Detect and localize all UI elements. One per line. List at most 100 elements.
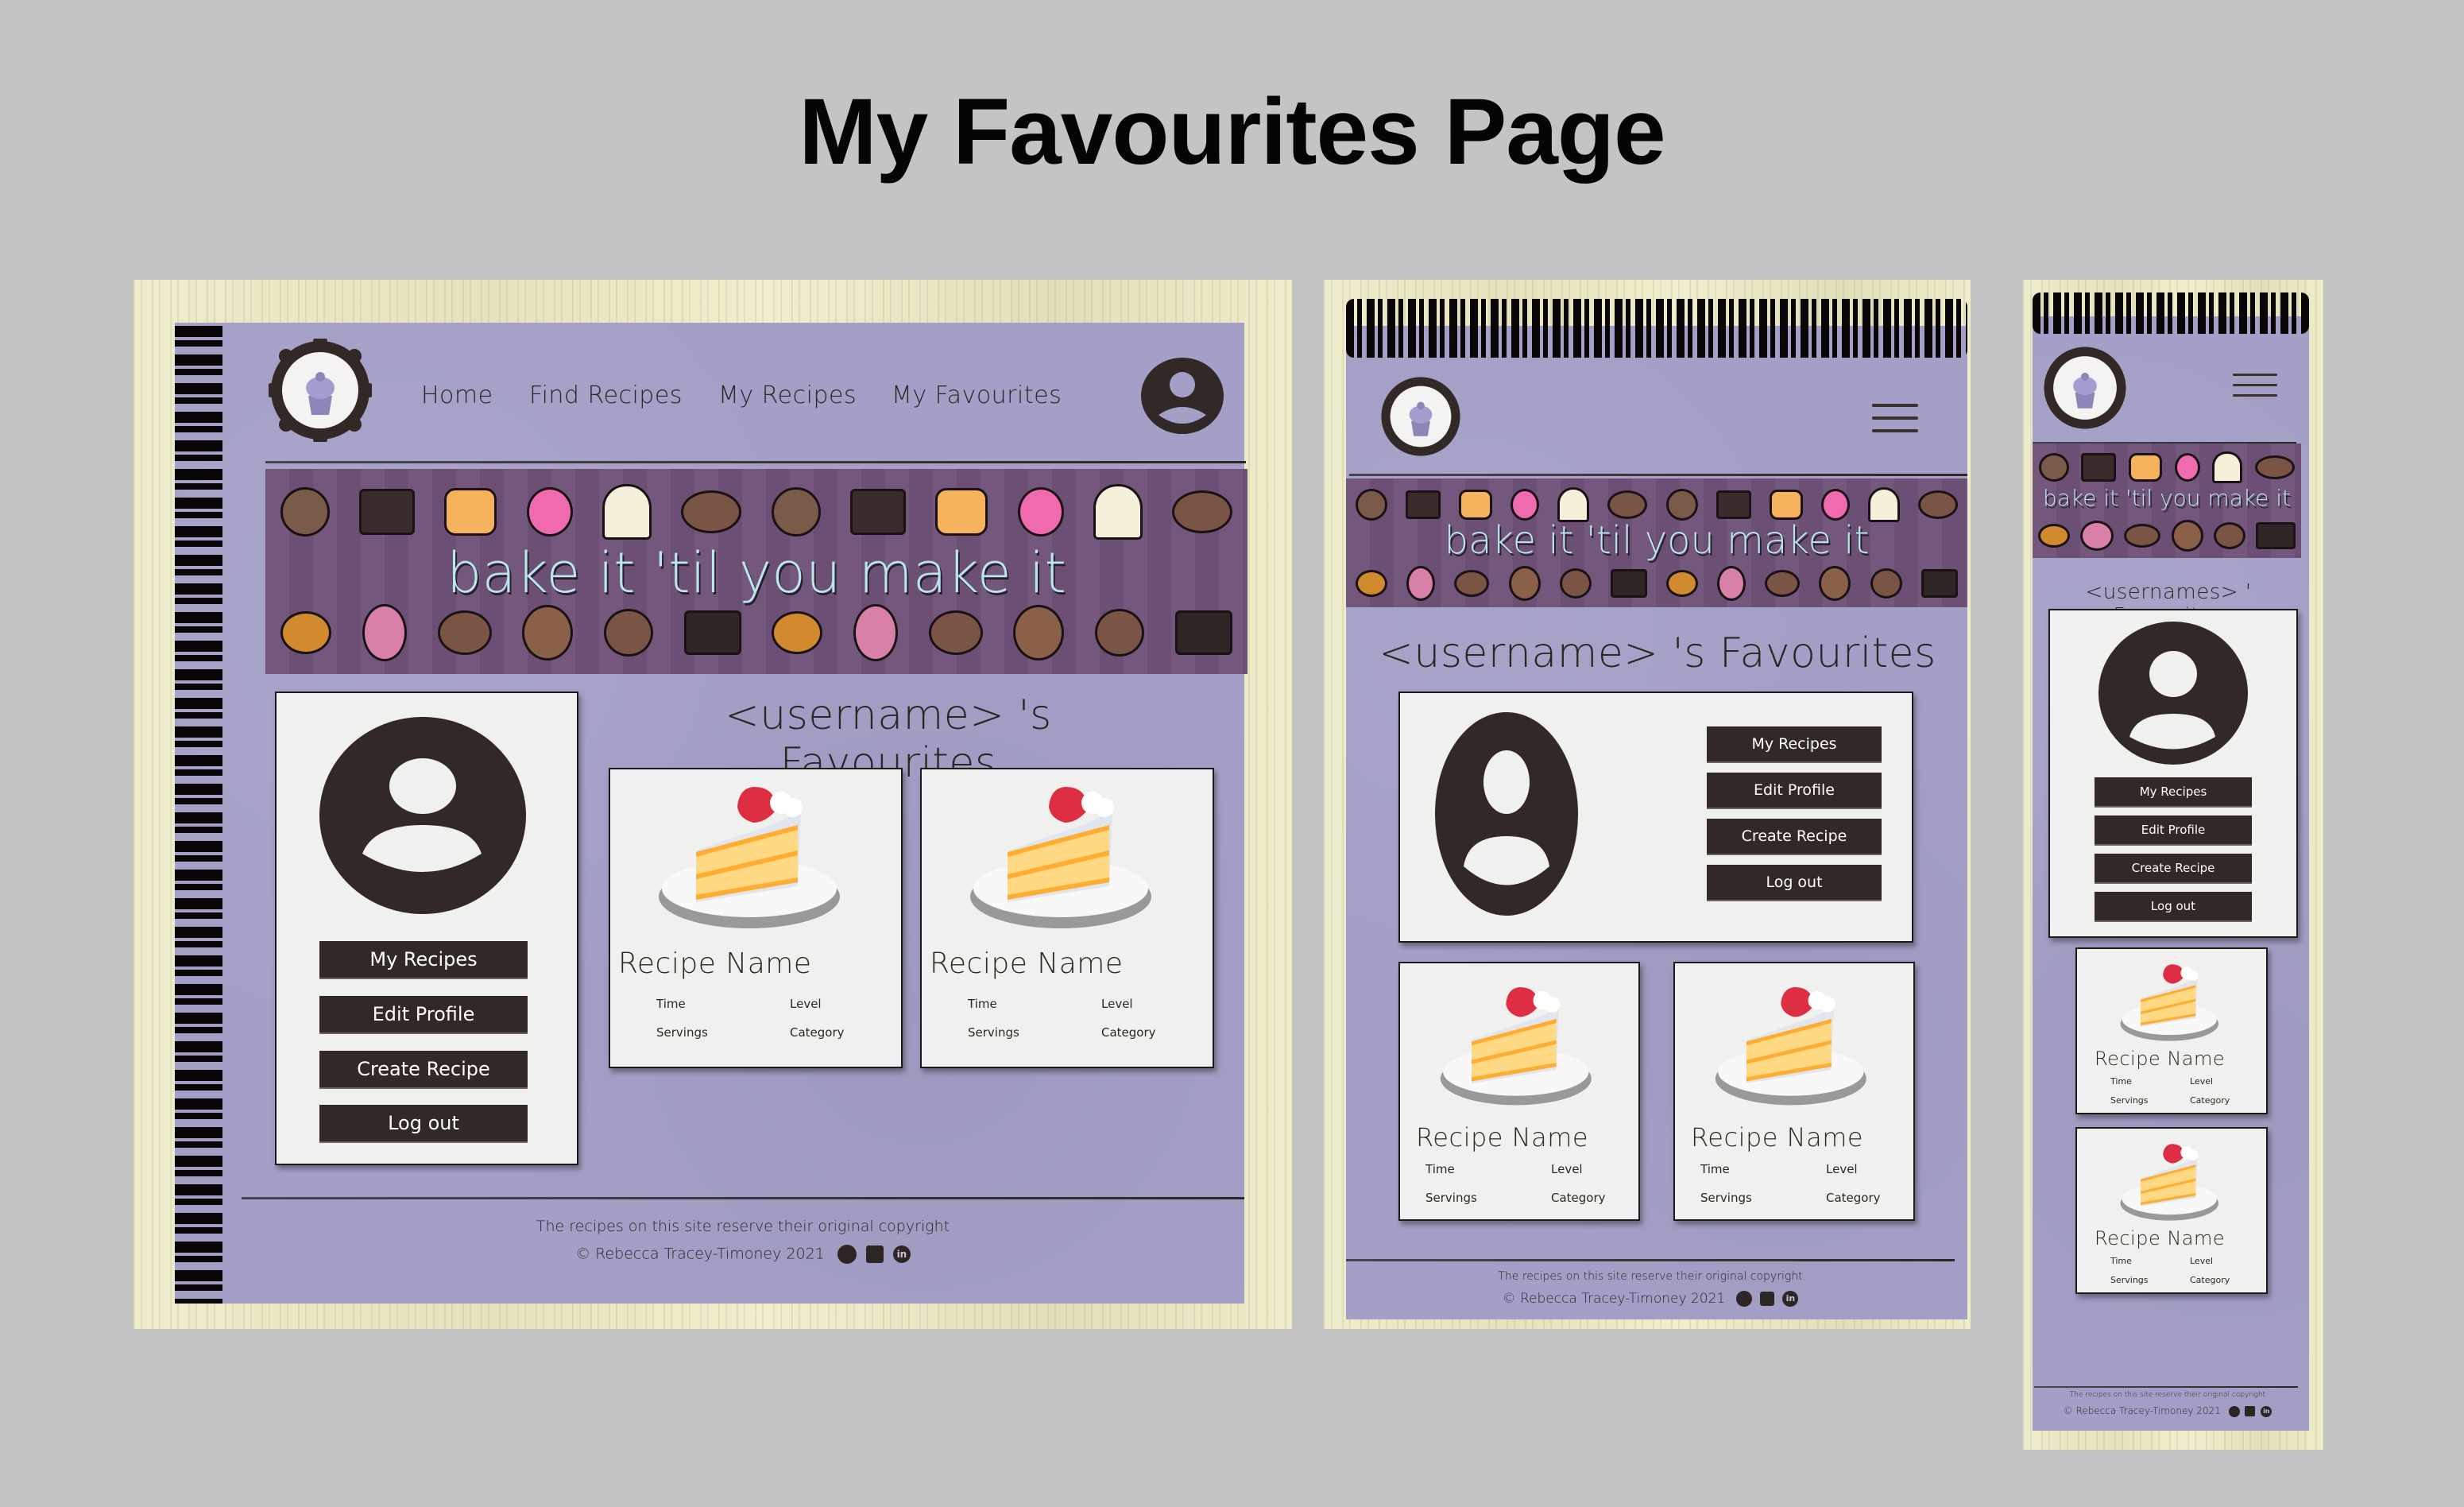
donut-icon: [1820, 489, 1850, 521]
footer-credit: © Rebecca Tracey-Timoney 2021: [1502, 1291, 1726, 1307]
donut-icon: [526, 487, 573, 537]
chat-icon[interactable]: [865, 1246, 884, 1263]
hamburger-menu-button[interactable]: [2233, 374, 2277, 397]
recipe-card[interactable]: Recipe Name Time Level Servings Category: [609, 768, 903, 1068]
log-out-button[interactable]: Log out: [2095, 892, 2252, 922]
log-out-button[interactable]: Log out: [1707, 865, 1882, 901]
bread-icon: [444, 488, 497, 536]
birthday-cake-icon: [2256, 522, 2296, 549]
linkedin-icon[interactable]: in: [2261, 1405, 2273, 1417]
cupcake-icon: [1093, 484, 1143, 540]
github-icon[interactable]: [837, 1245, 857, 1264]
my-recipes-button[interactable]: My Recipes: [1707, 726, 1882, 763]
favourites-title: <username> 's Favourites: [1379, 630, 1936, 677]
croissant-icon: [1870, 568, 1902, 599]
recipe-level: Level: [790, 997, 822, 1011]
github-icon[interactable]: [1735, 1291, 1752, 1307]
create-recipe-button[interactable]: Create Recipe: [1707, 819, 1882, 855]
linkedin-icon[interactable]: in: [1782, 1291, 1799, 1307]
nav-find-recipes[interactable]: Find Recipes: [529, 382, 683, 409]
recipe-category: Category: [2190, 1095, 2230, 1106]
my-recipes-button[interactable]: My Recipes: [2095, 777, 2252, 808]
treats-row-top: [265, 480, 1247, 544]
footer-credit: © Rebecca Tracey-Timoney 2021: [2063, 1405, 2221, 1416]
recipe-time: Time: [1700, 1162, 1730, 1176]
hamburger-menu-icon: [1872, 404, 1918, 407]
user-circle-icon: [319, 717, 526, 914]
recipe-name: Recipe Name: [618, 947, 812, 980]
donut-icon: [1511, 489, 1540, 521]
nav-home[interactable]: Home: [421, 382, 493, 409]
nav-my-recipes[interactable]: My Recipes: [718, 382, 857, 409]
birthday-cake-icon: [683, 610, 741, 655]
loaf-icon: [437, 610, 492, 655]
hero-banner: bake it 'til you make it: [2033, 444, 2301, 558]
recipe-servings: Servings: [968, 1025, 1019, 1040]
cupcake-icon: [1868, 487, 1901, 522]
profile-icon-button[interactable]: [1139, 353, 1225, 436]
nav-my-favourites[interactable]: My Favourites: [892, 382, 1062, 409]
recipe-card[interactable]: Recipe Name Time Level Servings Category: [920, 768, 1214, 1068]
recipe-card[interactable]: Recipe Name Time Level Servings Category: [2075, 1127, 2268, 1294]
footer-credit-row: © Rebecca Tracey-Timoney 2021 in: [2033, 1405, 2303, 1417]
croissant-icon: [603, 609, 653, 657]
profile-card: My Recipes Edit Profile Create Recipe Lo…: [1398, 692, 1913, 943]
site-logo[interactable]: [1379, 375, 1462, 458]
recipe-name: Recipe Name: [2095, 1227, 2226, 1249]
recipe-card[interactable]: Recipe Name Time Level Servings Category: [1398, 962, 1640, 1221]
chat-icon[interactable]: [1760, 1292, 1775, 1306]
croissant-icon: [1094, 609, 1144, 657]
recipe-category: Category: [1826, 1191, 1881, 1205]
pie-icon: [772, 611, 823, 654]
logo-badge-icon: [2044, 347, 2126, 429]
header-divider: [265, 461, 1246, 463]
edit-profile-button[interactable]: Edit Profile: [1707, 773, 1882, 809]
chat-icon[interactable]: [2245, 1406, 2256, 1416]
github-icon[interactable]: [2228, 1405, 2240, 1417]
site-logo[interactable]: [265, 335, 376, 446]
hamburger-menu-button[interactable]: [1872, 404, 1918, 434]
footer-credit-row: © Rebecca Tracey-Timoney 2021 in: [242, 1245, 1244, 1264]
treats-row-bottom: [2033, 517, 2301, 555]
footer-divider: [1346, 1259, 1955, 1261]
create-recipe-button[interactable]: Create Recipe: [319, 1051, 528, 1089]
site-logo[interactable]: [2042, 345, 2128, 431]
treats-row-bottom: [1346, 563, 1967, 604]
recipe-card[interactable]: Recipe Name Time Level Servings Category: [2075, 947, 2268, 1114]
desktop-mockup: Home Find Recipes My Recipes My Favourit…: [133, 280, 1292, 1329]
linkedin-icon[interactable]: in: [892, 1246, 911, 1263]
cake-slice-image: [1715, 987, 1866, 1106]
birthday-cake-icon: [1610, 569, 1647, 598]
recipe-servings: Servings: [2110, 1095, 2149, 1106]
footer-credit: © Rebecca Tracey-Timoney 2021: [575, 1245, 825, 1263]
recipe-time: Time: [656, 997, 686, 1011]
edit-profile-button[interactable]: Edit Profile: [2095, 815, 2252, 846]
buns-icon: [1918, 490, 1959, 519]
pretzel-icon: [771, 487, 821, 537]
bread-icon: [2129, 453, 2163, 482]
recipe-servings: Servings: [656, 1025, 708, 1040]
cookie-icon: [522, 605, 574, 661]
log-out-button[interactable]: Log out: [319, 1105, 528, 1143]
recipe-servings: Servings: [2110, 1275, 2149, 1285]
my-recipes-button[interactable]: My Recipes: [319, 941, 528, 979]
recipe-level: Level: [1101, 997, 1133, 1011]
create-recipe-button[interactable]: Create Recipe: [2095, 854, 2252, 884]
recipe-category: Category: [2190, 1275, 2230, 1285]
bread-icon: [1458, 490, 1492, 520]
macaron-icon: [853, 604, 898, 661]
cupcake-icon: [601, 484, 652, 540]
edit-profile-button[interactable]: Edit Profile: [319, 996, 528, 1034]
logo-badge-icon: [265, 335, 376, 446]
profile-card: My Recipes Edit Profile Create Recipe Lo…: [275, 692, 578, 1165]
recipe-time: Time: [2110, 1076, 2132, 1087]
recipe-time: Time: [1425, 1162, 1455, 1176]
banner-tagline: bake it 'til you make it: [1444, 518, 1870, 563]
cake-icon: [2081, 453, 2117, 482]
header-divider: [1349, 474, 1967, 476]
recipe-card[interactable]: Recipe Name Time Level Servings Category: [1673, 962, 1915, 1221]
birthday-cake-icon: [1174, 610, 1232, 655]
cake-slice-image: [2120, 964, 2219, 1041]
croissant-icon: [2213, 522, 2245, 549]
footer-divider: [2034, 1386, 2298, 1388]
